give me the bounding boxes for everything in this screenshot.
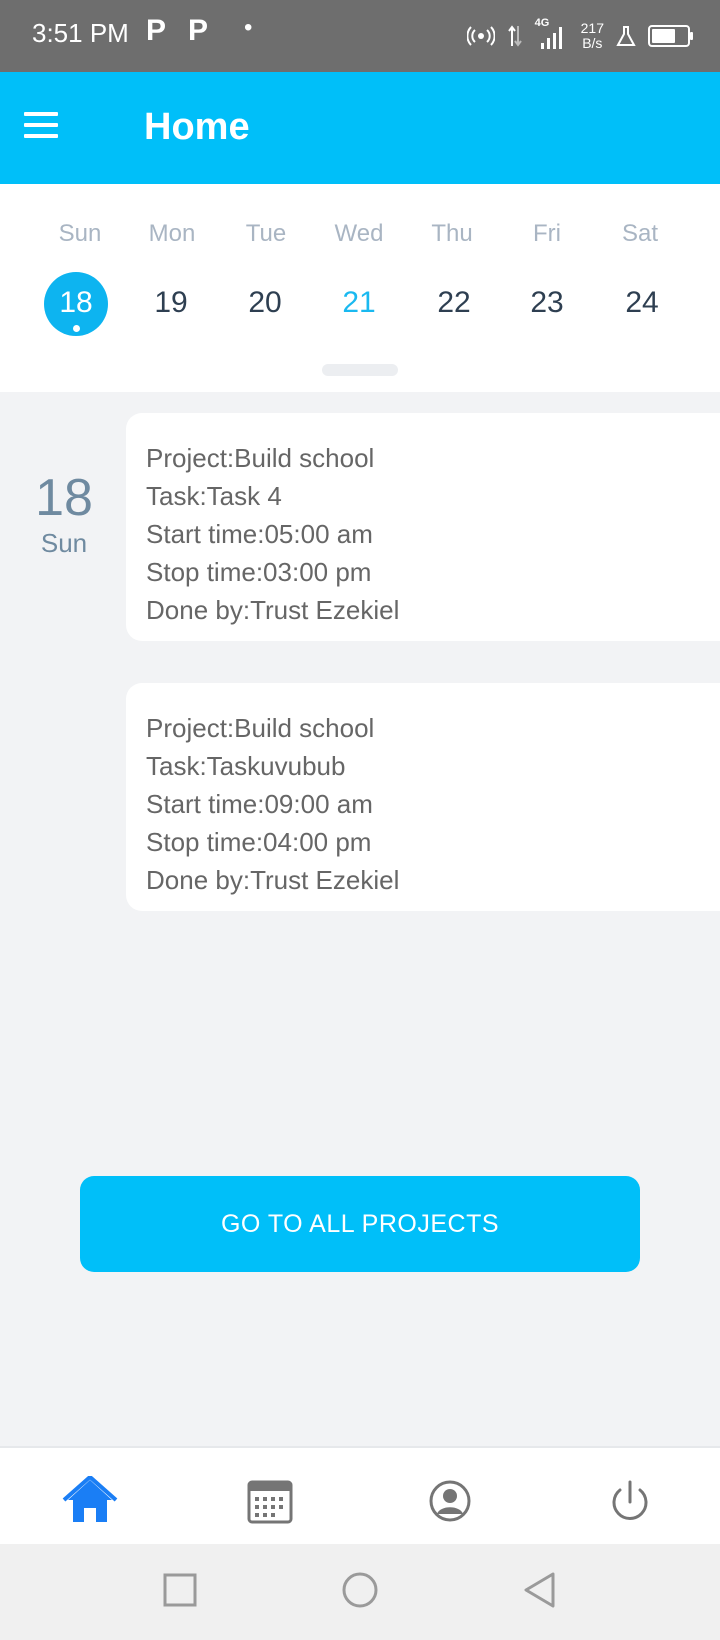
task-done-by: Done by:Trust Ezekiel <box>146 595 400 625</box>
task-card[interactable]: Project:Build school Task:Taskuvubub Sta… <box>126 683 720 911</box>
power-icon[interactable] <box>600 1476 660 1526</box>
recents-square-icon[interactable] <box>162 1572 198 1608</box>
day-number-mon[interactable]: 19 <box>126 286 216 320</box>
system-navigation-bar <box>0 1544 720 1640</box>
selected-date-number: 18 <box>35 469 93 527</box>
lab-flask-icon <box>616 26 636 46</box>
battery-icon <box>648 25 693 47</box>
back-triangle-icon[interactable] <box>520 1570 560 1610</box>
task-done-by: Done by:Trust Ezekiel <box>146 865 400 895</box>
bottom-navigation <box>0 1446 720 1546</box>
selected-date-day: Sun <box>40 528 88 558</box>
status-bar: 3:51 PM P P • 4G 217 B/s <box>0 0 720 72</box>
cell-signal-icon: 4G <box>535 17 569 51</box>
day-name-wed: Wed <box>334 220 384 247</box>
home-circle-icon[interactable] <box>340 1570 380 1610</box>
week-calendar: Sun Mon Tue Wed Thu Fri Sat 18 19 20 21 … <box>0 184 720 392</box>
event-indicator-dot <box>73 325 80 332</box>
notification-dot: • <box>244 14 253 41</box>
task-stop-time: Stop time:03:00 pm <box>146 557 372 587</box>
day-number-tue[interactable]: 20 <box>220 286 310 320</box>
day-name-sun: Sun <box>58 220 102 247</box>
hotspot-icon <box>466 26 495 46</box>
day-number-sun[interactable]: 18 <box>44 286 108 320</box>
task-card[interactable]: Project:Build school Task:Task 4 Start t… <box>126 413 720 641</box>
status-time: 3:51 PM <box>32 18 129 48</box>
data-transfer-icon <box>507 25 522 47</box>
calendar-drag-handle[interactable] <box>322 364 398 376</box>
day-number-fri[interactable]: 23 <box>502 286 592 320</box>
page-title: Home <box>144 106 250 148</box>
network-speed: 217 B/s <box>580 20 604 51</box>
notification-p-icon: P <box>146 14 167 47</box>
day-name-fri: Fri <box>533 220 561 247</box>
day-name-thu: Thu <box>431 220 473 247</box>
day-name-mon: Mon <box>148 220 196 247</box>
task-start-time: Start time:05:00 am <box>146 519 373 549</box>
day-number-sat[interactable]: 24 <box>597 286 687 320</box>
task-project: Project:Build school <box>146 713 375 743</box>
hamburger-menu-icon[interactable] <box>24 112 58 140</box>
notification-p-icon: P <box>188 14 209 47</box>
home-icon[interactable] <box>60 1475 120 1526</box>
app-bar: Home <box>0 72 720 184</box>
day-name-sat: Sat <box>621 220 659 247</box>
task-name: Task:Task 4 <box>146 481 282 511</box>
calendar-icon[interactable] <box>240 1476 300 1526</box>
day-name-tue: Tue <box>245 220 287 247</box>
day-number-wed[interactable]: 21 <box>314 286 404 320</box>
go-to-all-projects-button[interactable]: GO TO ALL PROJECTS <box>80 1176 640 1272</box>
task-start-time: Start time:09:00 am <box>146 789 373 819</box>
status-indicators: 4G 217 B/s <box>466 14 693 58</box>
day-number-thu[interactable]: 22 <box>409 286 499 320</box>
profile-icon[interactable] <box>420 1476 480 1526</box>
task-project: Project:Build school <box>146 443 375 473</box>
task-stop-time: Stop time:04:00 pm <box>146 827 372 857</box>
task-name: Task:Taskuvubub <box>146 751 346 781</box>
